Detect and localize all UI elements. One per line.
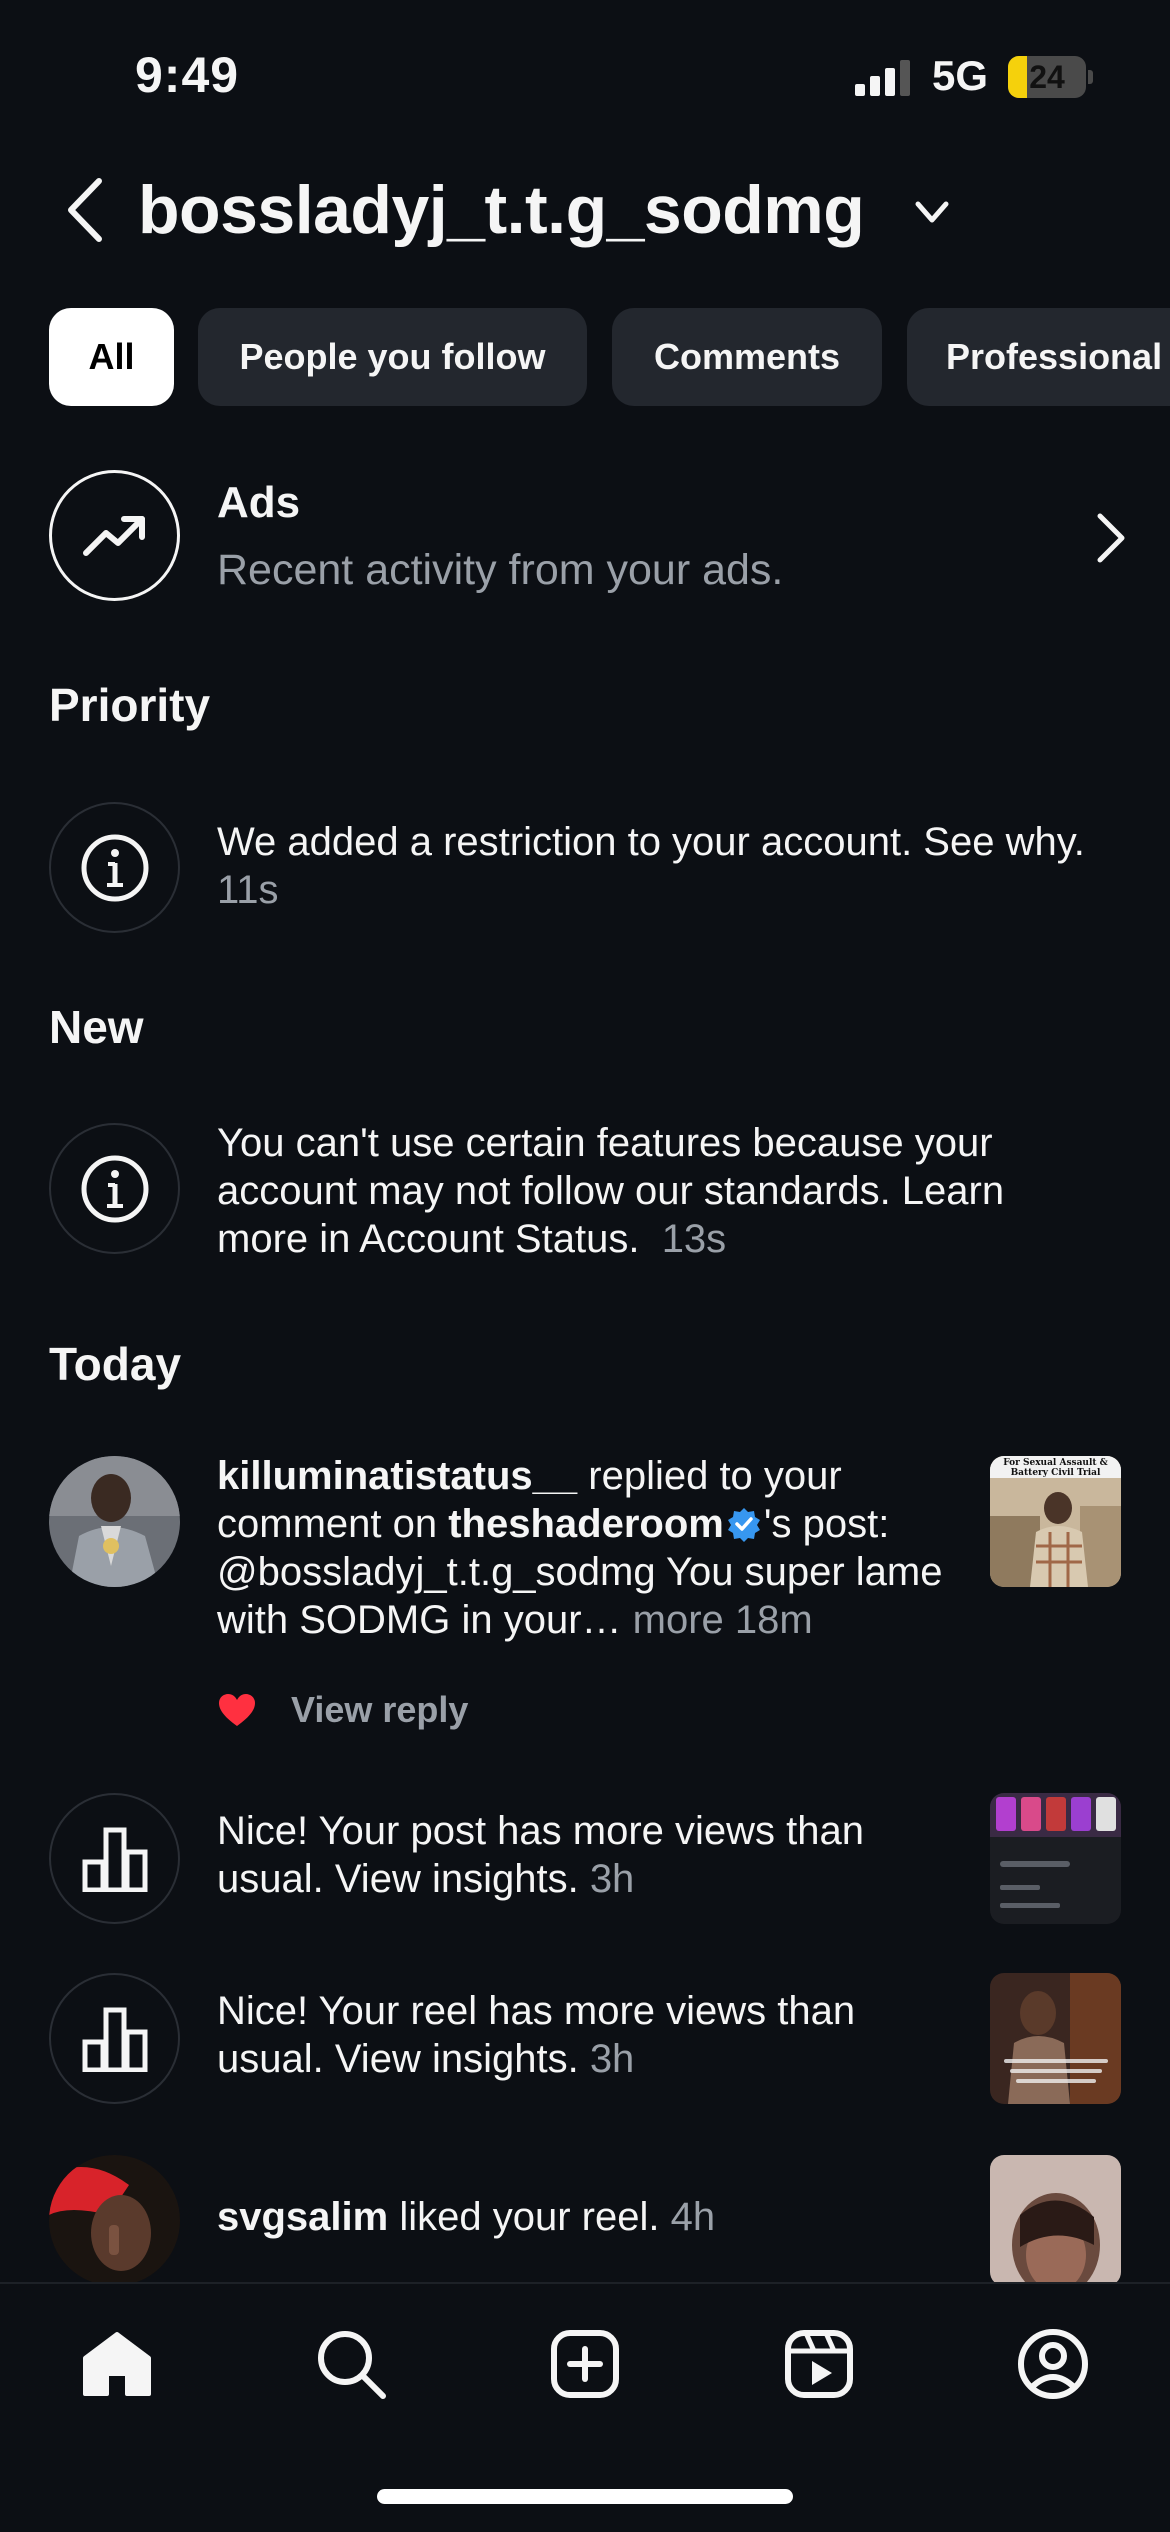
new-notification[interactable]: You can't use certain features because y… [0,1121,1170,1283]
like-notification[interactable]: svgsalim liked your reel. 4h [0,2155,1170,2286]
header: bossladyj_t.t.g_sodmg [0,150,1170,270]
search-icon [318,2331,386,2399]
section-title-new: New [49,1001,144,1053]
reel-insights-thumbnail[interactable] [990,1973,1121,2104]
reel-thumbnail-image [990,2155,1121,2286]
like-notification-text: svgsalim liked your reel. 4h [217,2193,962,2241]
chevron-right-icon[interactable] [1090,512,1130,564]
chevron-down-icon[interactable] [912,192,952,232]
more-link[interactable]: more [633,1598,724,1642]
avatar[interactable] [49,2155,180,2286]
post-insights-thumbnail[interactable] [990,1793,1121,1924]
priority-notification[interactable]: We added a restriction to your account. … [0,802,1170,933]
avatar-image [49,2155,180,2286]
chevron-left-icon [68,178,102,242]
account-switcher[interactable]: bossladyj_t.t.g_sodmg [138,170,865,250]
trending-up-icon [82,515,145,556]
avatar[interactable] [49,1456,180,1587]
username[interactable]: svgsalim [217,2195,388,2239]
reel-insights-thumbnail-image [990,1973,1121,2104]
heart-icon[interactable] [217,1692,257,1728]
ads-subtitle: Recent activity from your ads. [217,546,784,594]
filter-chips: All People you follow Comments Professio… [49,308,1170,406]
info-icon [81,834,148,901]
comment-text: @bossladyj_t.t.g_sodmg You super lame wi… [217,1550,943,1642]
cellular-signal-icon [855,60,910,96]
nav-create[interactable] [545,2324,625,2404]
comment-time: 18m [734,1598,813,1642]
nav-reels[interactable] [779,2324,859,2404]
section-title-today: Today [49,1338,182,1390]
filter-chip-professional[interactable]: Professional [907,308,1170,406]
verified-badge-icon [727,1508,760,1542]
post-insights-thumbnail-image [990,1793,1121,1924]
post-thumbnail-caption: For Sexual Assault & Battery Civil Trial [1003,1458,1108,1478]
bar-chart-icon [82,2007,147,2072]
nav-profile[interactable] [1013,2324,1093,2404]
back-button[interactable] [55,170,115,250]
like-time: 4h [670,2195,716,2239]
post-owner-username[interactable]: theshaderoom [448,1502,724,1546]
new-notification-text: You can't use certain features because y… [217,1119,1097,1263]
new-time: 13s [661,1217,727,1261]
status-time: 9:49 [135,47,240,103]
profile-icon [1018,2329,1088,2399]
post-insights-time: 3h [589,1857,635,1901]
filter-chip-all[interactable]: All [49,308,174,406]
reel-insights-text: Nice! Your reel has more views than usua… [217,1987,962,2083]
filter-chip-people-you-follow[interactable]: People you follow [198,308,587,406]
comment-notification-text: killuminatistatus__ replied to your comm… [217,1452,962,1644]
like-action: liked your reel. [399,2195,660,2239]
info-icon [81,1155,148,1222]
home-indicator[interactable] [377,2489,793,2504]
nav-search[interactable] [311,2324,391,2404]
view-reply-button[interactable]: View reply [291,1689,468,1731]
post-insights-icon-circle [49,1793,180,1924]
reel-insights-time: 3h [589,2037,635,2081]
reel-insights-icon-circle [49,1973,180,2104]
reels-icon [785,2330,853,2398]
filter-chip-comments[interactable]: Comments [612,308,882,406]
ads-icon-circle [49,470,180,601]
reel-insights-notification[interactable]: Nice! Your reel has more views than usua… [0,1973,1170,2104]
post-insights-notification[interactable]: Nice! Your post has more views than usua… [0,1793,1170,1924]
bar-chart-icon [82,1827,147,1892]
battery-icon: 24 [1008,56,1086,98]
new-text: You can't use certain features because y… [217,1121,1005,1261]
comment-action-suffix: 's post: [763,1502,890,1546]
priority-notification-text: We added a restriction to your account. … [217,818,1097,914]
reply-actions: View reply [217,1686,468,1734]
new-icon-circle [49,1123,180,1254]
post-thumbnail[interactable]: For Sexual Assault & Battery Civil Trial [990,1456,1121,1587]
network-type: 5G [932,52,989,99]
post-insights-message: Nice! Your post has more views than usua… [217,1809,865,1901]
ads-title: Ads [217,478,301,527]
battery-cap [1088,70,1093,84]
reel-thumbnail[interactable] [990,2155,1121,2286]
reel-insights-message: Nice! Your reel has more views than usua… [217,1989,856,2081]
status-bar: 9:49 5G 24 [0,0,1170,150]
battery-percent: 24 [1029,59,1065,95]
priority-time: 11s [217,868,279,912]
username[interactable]: killuminatistatus__ [217,1454,577,1498]
comment-notification[interactable]: killuminatistatus__ replied to your comm… [0,1454,1170,1746]
nav-home[interactable] [77,2324,157,2404]
avatar-image [49,1456,180,1587]
post-insights-text: Nice! Your post has more views than usua… [217,1807,962,1903]
home-icon [83,2332,151,2396]
create-icon [551,2330,619,2398]
priority-icon-circle [49,802,180,933]
priority-text: We added a restriction to your account. … [217,820,1085,864]
section-title-priority: Priority [49,679,211,731]
